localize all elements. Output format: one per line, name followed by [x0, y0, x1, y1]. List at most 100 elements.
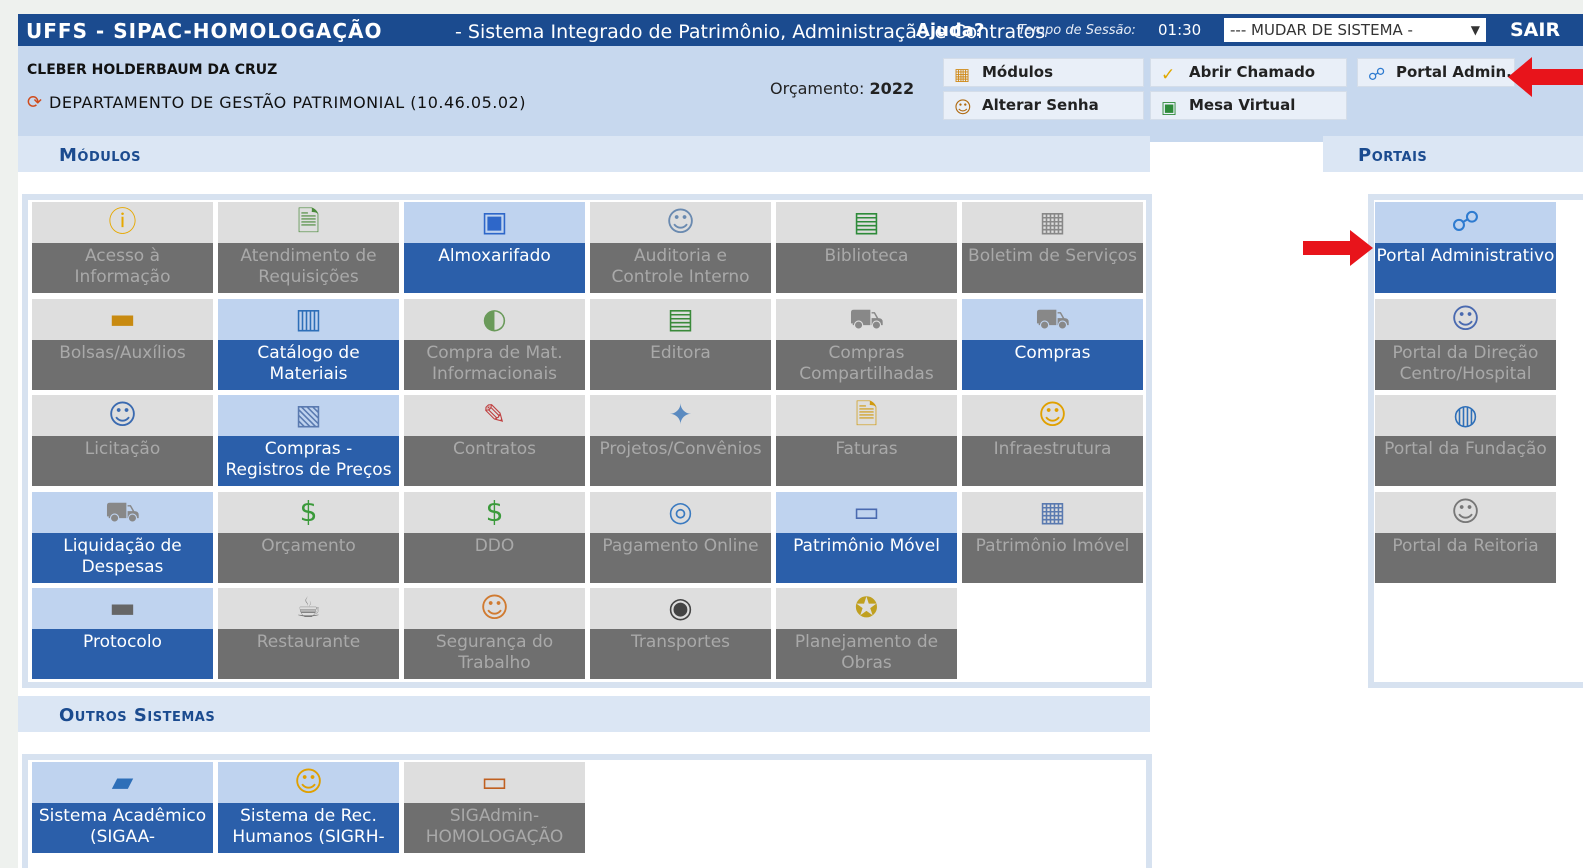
bulletin-icon: ▦ — [1039, 205, 1066, 238]
contract-icon: ✎ — [482, 398, 507, 431]
tile-info[interactable]: ⓘ Acesso à Informação — [32, 202, 213, 293]
modules-panel: ⓘ Acesso à Informação 🗎 Atendimento de Requ… — [22, 194, 1152, 688]
modules-section-header: Módulos — [18, 136, 1150, 172]
helmet-icon: ☺ — [479, 591, 510, 624]
change-password-label: Alterar Senha — [982, 96, 1099, 114]
tile-calculator[interactable]: ▧ Compras - Registros de Preços — [218, 395, 399, 486]
tile-cup[interactable]: ☕ Restaurante — [218, 588, 399, 679]
budget-label: Orçamento: — [770, 79, 865, 98]
document-check-icon: 🗎 — [297, 205, 320, 238]
virtual-desk-link[interactable]: ▣ Mesa Virtual — [1150, 91, 1347, 120]
book-icon: ▬ — [109, 591, 136, 624]
tile-bulletin[interactable]: ▦ Boletim de Serviços — [962, 202, 1143, 293]
tile-label: SIGAdmin- HOMOLOGAÇÃO — [425, 806, 564, 847]
tile-projects[interactable]: ✦ Projetos/Convênios — [590, 395, 771, 486]
online-payment-icon: ◎ — [668, 494, 693, 528]
tile-construction[interactable]: ✪ Planejamento de Obras — [776, 588, 957, 679]
portal-admin-icon: ☍ — [1368, 65, 1386, 85]
tile-person[interactable]: ☺ Sistema de Rec. Humanos (SIGRH- — [218, 762, 399, 853]
tile-label: Liquidação de Despesas — [63, 535, 182, 577]
director-icon: ☺ — [1450, 301, 1481, 335]
info-icon: ⓘ — [108, 205, 137, 238]
portal-admin-link[interactable]: ☍ Portal Admin. — [1357, 58, 1515, 87]
tile-label: Orçamento — [261, 535, 356, 556]
other-systems-section-title: Outros Sistemas — [59, 705, 216, 726]
portals-section-header: Portais — [1323, 136, 1583, 172]
money-icon: $ — [299, 494, 318, 528]
portals-panel: ☍ Portal Administrativo ☺ Portal da Direção… — [1368, 194, 1583, 688]
tile-label: Auditoria e Controle Interno — [611, 246, 750, 287]
person-icon: ☺ — [293, 765, 324, 798]
tile-label: Editora — [650, 342, 711, 363]
auditor-icon: ☺ — [665, 205, 696, 238]
change-password-link[interactable]: ☺ Alterar Senha — [943, 91, 1144, 120]
tile-invoice[interactable]: 🗎 Faturas — [776, 395, 957, 486]
budget-year: 2022 — [869, 79, 915, 98]
tile-academic-book[interactable]: ▰ Sistema Acadêmico (SIGAA- — [32, 762, 213, 853]
tile-rector[interactable]: ☺ Portal da Reitoria — [1375, 491, 1556, 583]
tile-admin-computer[interactable]: ▭ SIGAdmin- HOMOLOGAÇÃO — [404, 762, 585, 853]
tile-label: Transportes — [630, 632, 731, 652]
budget: Orçamento: 2022 — [770, 79, 914, 98]
tile-bidding[interactable]: ☺ Licitação — [32, 395, 213, 486]
shared-cart-icon: ⛟ — [848, 301, 885, 335]
system-select-value: --- MUDAR DE SISTEMA - — [1230, 21, 1413, 39]
wallet-icon: ▬ — [109, 301, 136, 335]
tile-helmet[interactable]: ☺ Segurança do Trabalho — [404, 588, 585, 679]
tile-online-payment[interactable]: ◎ Pagamento Online — [590, 491, 771, 583]
tile-label: Compras Compartilhadas — [799, 342, 934, 384]
modules-link[interactable]: ▦ Módulos — [943, 58, 1144, 87]
worker-icon: ☺ — [1037, 398, 1068, 431]
tile-computer[interactable]: ▭ Patrimônio Móvel — [776, 491, 957, 583]
tile-label: Licitação — [84, 439, 161, 459]
tile-money[interactable]: $ Orçamento — [218, 491, 399, 583]
tile-boxes[interactable]: ▣ Almoxarifado — [404, 202, 585, 293]
sipac-window: UFFS - SIPAC-HOMOLOGAÇÃO - Sistema Integ… — [18, 14, 1583, 868]
department-label: DEPARTAMENTO DE GESTÃO PATRIMONIAL (10.4… — [49, 93, 526, 112]
tile-cart[interactable]: ⛟ Compras — [962, 298, 1143, 390]
tile-money-stack[interactable]: $ DDO — [404, 491, 585, 583]
modules-section-title: Módulos — [59, 145, 142, 166]
tile-label: Infraestrutura — [993, 439, 1112, 459]
media-purchase-icon: ◐ — [482, 301, 507, 335]
books-icon: ▤ — [853, 205, 880, 238]
tile-book[interactable]: ▬ Protocolo — [32, 588, 213, 679]
tile-director[interactable]: ☺ Portal da Direção Centro/Hospital — [1375, 298, 1556, 390]
tile-label: Compras - Registros de Preços — [225, 439, 392, 480]
logout-button[interactable]: SAIR — [1510, 19, 1560, 41]
tile-building[interactable]: ▦ Patrimônio Imóvel — [962, 491, 1143, 583]
catalog-icon: ▥ — [295, 301, 322, 335]
virtual-desk-icon: ▣ — [1161, 98, 1178, 118]
modules-icon: ▦ — [954, 65, 971, 85]
money-stack-icon: $ — [485, 494, 504, 528]
tile-shared-cart[interactable]: ⛟ Compras Compartilhadas — [776, 298, 957, 390]
tile-portal-admin[interactable]: ☍ Portal Administrativo — [1375, 202, 1556, 293]
tile-books[interactable]: ▤ Biblioteca — [776, 202, 957, 293]
help-link[interactable]: Ajuda? — [916, 20, 984, 41]
calculator-icon: ▧ — [295, 398, 322, 431]
system-select[interactable]: --- MUDAR DE SISTEMA - ▼ — [1224, 18, 1486, 42]
tile-cart-pay[interactable]: ⛟ Liquidação de Despesas — [32, 491, 213, 583]
tile-label: Atendimento de Requisições — [240, 246, 377, 287]
projects-icon: ✦ — [668, 398, 693, 431]
tile-publisher[interactable]: ▤ Editora — [590, 298, 771, 390]
refresh-unit-icon[interactable]: ⟳ — [27, 92, 49, 113]
tile-label: Faturas — [835, 439, 898, 459]
bidding-icon: ☺ — [107, 398, 138, 431]
cart-icon: ⛟ — [1034, 301, 1071, 335]
tile-label: Biblioteca — [824, 246, 909, 266]
tile-worker[interactable]: ☺ Infraestrutura — [962, 395, 1143, 486]
tile-catalog[interactable]: ▥ Catálogo de Materiais — [218, 298, 399, 390]
tile-globe[interactable]: ◍ Portal da Fundação — [1375, 395, 1556, 486]
portal-admin-icon: ☍ — [1451, 205, 1480, 238]
tile-label: Sistema de Rec. Humanos (SIGRH- — [232, 806, 385, 847]
tile-document-check[interactable]: 🗎 Atendimento de Requisições — [218, 202, 399, 293]
tile-auditor[interactable]: ☺ Auditoria e Controle Interno — [590, 202, 771, 293]
key-user-icon: ☺ — [954, 98, 972, 118]
tile-contract[interactable]: ✎ Contratos — [404, 395, 585, 486]
tile-tire[interactable]: ◉ Transportes — [590, 588, 771, 679]
open-ticket-link[interactable]: ✓ Abrir Chamado — [1150, 58, 1347, 87]
cart-pay-icon: ⛟ — [104, 494, 141, 528]
tile-media-purchase[interactable]: ◐ Compra de Mat. Informacionais — [404, 298, 585, 390]
tile-wallet[interactable]: ▬ Bolsas/Auxílios — [32, 298, 213, 390]
